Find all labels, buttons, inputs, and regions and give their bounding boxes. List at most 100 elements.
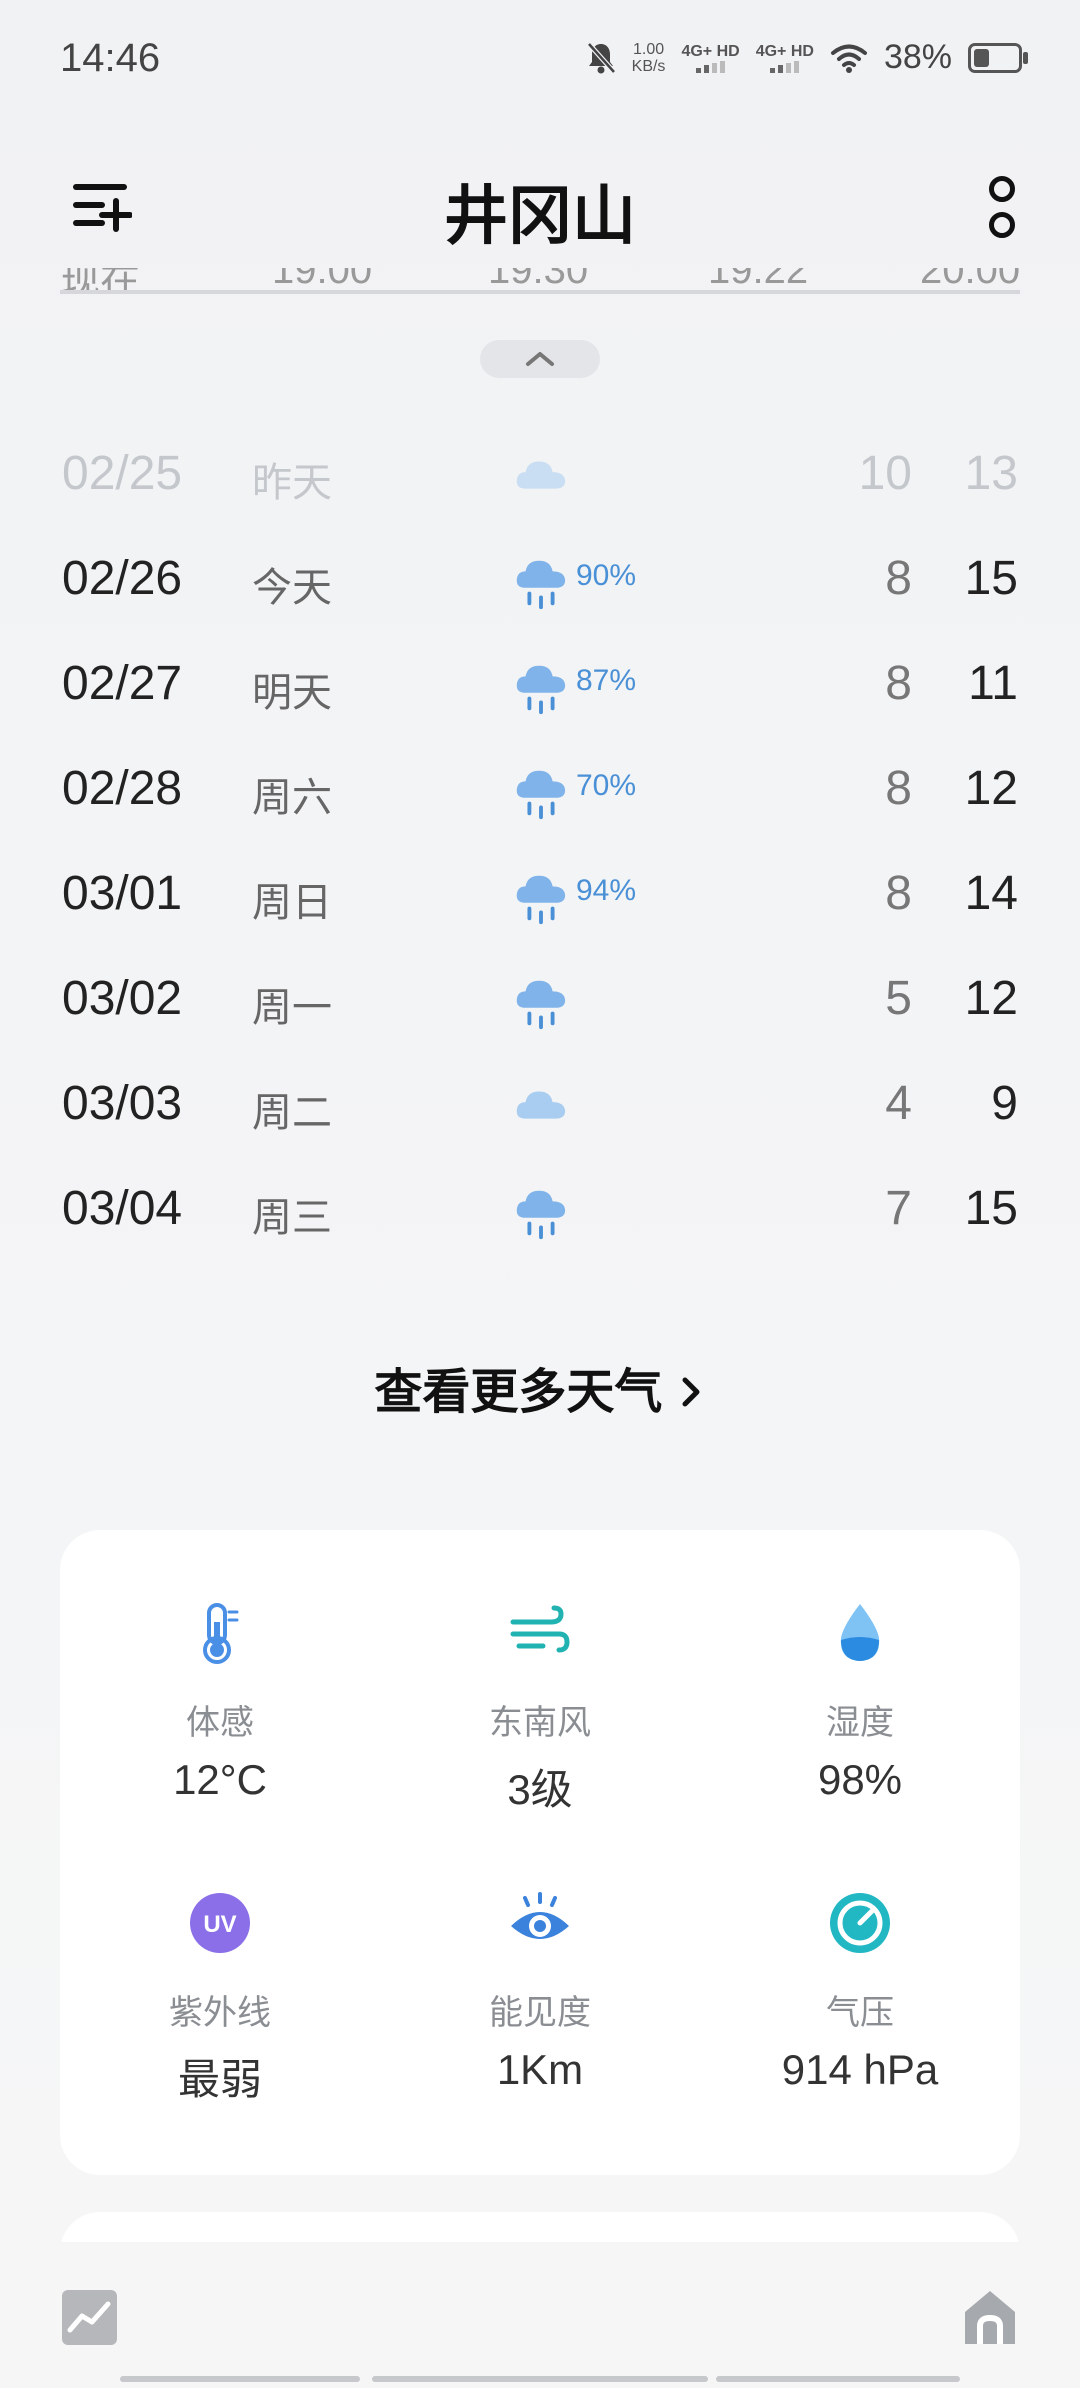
rain-icon bbox=[512, 1183, 570, 1241]
forecast-precip: 94% bbox=[576, 874, 637, 907]
nav-gesture-bar bbox=[372, 2376, 708, 2382]
forecast-row[interactable]: 02/28 周六 70% 8 12 bbox=[0, 735, 1080, 840]
collapse-button[interactable] bbox=[480, 340, 600, 378]
hourly-time: 19:22 bbox=[708, 268, 809, 292]
gauge-icon bbox=[830, 1893, 890, 1953]
status-icons: 1.00 KB/s 4G+ HD 4G+ HD 38% bbox=[586, 38, 1028, 77]
detail-feels-like: 体感 12°C bbox=[60, 1600, 380, 1880]
detail-label: 东南风 bbox=[489, 1704, 591, 1742]
app-header: 井冈山 bbox=[0, 150, 1080, 260]
hourly-divider bbox=[60, 290, 1020, 294]
forecast-row[interactable]: 03/01 周日 94% 8 14 bbox=[0, 840, 1080, 945]
detail-visibility: 能见度 1Km bbox=[380, 1890, 700, 2170]
forecast-high: 12 bbox=[964, 762, 1018, 815]
sim2-signal-icon bbox=[756, 60, 814, 73]
forecast-row[interactable]: 03/03 周二 4 9 bbox=[0, 1050, 1080, 1155]
detail-uv: UV 紫外线 最弱 bbox=[60, 1890, 380, 2170]
forecast-date: 02/27 bbox=[62, 657, 183, 710]
network-speed: 1.00 KB/s bbox=[632, 41, 666, 75]
thermometer-icon bbox=[203, 1603, 239, 1664]
home-icon[interactable] bbox=[962, 2288, 1018, 2346]
detail-label: 体感 bbox=[186, 1704, 254, 1742]
forecast-low: 8 bbox=[885, 867, 912, 920]
detail-value: 98% bbox=[817, 1756, 903, 1803]
battery-percentage: 38% bbox=[883, 38, 952, 76]
nav-gesture-bar bbox=[716, 2376, 960, 2382]
rain-icon bbox=[512, 868, 570, 926]
hourly-time: 19:00 bbox=[272, 268, 373, 292]
hourly-forecast-strip: 现在 19:00 19:30 19:22 20:00 bbox=[60, 268, 1020, 292]
sim1-signal-icon bbox=[681, 60, 739, 73]
forecast-high: 15 bbox=[964, 1182, 1018, 1235]
uv-icon-text: UV bbox=[203, 1911, 236, 1938]
forecast-low: 8 bbox=[885, 762, 912, 815]
forecast-row[interactable]: 02/27 明天 87% 8 11 bbox=[0, 630, 1080, 735]
chevron-up-icon bbox=[526, 352, 554, 366]
detail-label: 能见度 bbox=[489, 1994, 591, 2032]
nav-gesture-bar bbox=[120, 2376, 360, 2382]
forecast-high: 15 bbox=[964, 552, 1018, 605]
uv-icon: UV bbox=[190, 1893, 250, 1953]
more-weather-link[interactable]: 查看更多天气 bbox=[0, 1352, 1080, 1422]
status-bar: 14:46 1.00 KB/s 4G+ HD 4G+ HD 38% bbox=[0, 0, 1080, 120]
forecast-day: 周一 bbox=[252, 986, 332, 1030]
forecast-high: 12 bbox=[964, 972, 1018, 1025]
clock: 14:46 bbox=[60, 36, 161, 80]
forecast-low: 8 bbox=[885, 552, 912, 605]
sim2-signal: 4G+ HD bbox=[756, 43, 814, 73]
forecast-day: 明天 bbox=[252, 671, 332, 715]
forecast-low: 8 bbox=[885, 657, 912, 710]
forecast-precip: 87% bbox=[576, 664, 637, 697]
forecast-precip: 70% bbox=[576, 769, 637, 802]
city-title: 井冈山 bbox=[444, 180, 636, 252]
wifi-icon bbox=[830, 44, 867, 73]
network-speed-value: 1.00 bbox=[632, 40, 665, 58]
cloudy-icon bbox=[512, 1078, 570, 1136]
forecast-date: 03/04 bbox=[62, 1182, 183, 1235]
more-options-icon[interactable] bbox=[984, 172, 1020, 238]
detail-value: 914 hPa bbox=[781, 2046, 939, 2093]
hourly-time: 19:30 bbox=[488, 268, 589, 292]
detail-label: 气压 bbox=[826, 1994, 894, 2032]
forecast-day: 今天 bbox=[252, 566, 332, 610]
detail-value: 12°C bbox=[173, 1756, 267, 1803]
forecast-date: 03/02 bbox=[62, 972, 183, 1025]
forecast-high: 9 bbox=[991, 1077, 1018, 1130]
forecast-date: 02/26 bbox=[62, 552, 183, 605]
detail-label: 湿度 bbox=[826, 1704, 894, 1742]
forecast-date: 02/25 bbox=[62, 447, 183, 500]
forecast-row[interactable]: 02/25 昨天 10 13 bbox=[0, 420, 1080, 525]
rain-icon bbox=[512, 763, 570, 821]
weather-details-card: 体感 12°C 东南风 3级 湿度 98% UV 紫外线 最弱 能见度 1Km … bbox=[60, 1530, 1020, 2175]
detail-value: 1Km bbox=[496, 2046, 584, 2093]
forecast-row[interactable]: 03/02 周一 5 12 bbox=[0, 945, 1080, 1050]
forecast-precip: 90% bbox=[576, 559, 637, 592]
forecast-row[interactable]: 02/26 今天 90% 8 15 bbox=[0, 525, 1080, 630]
sim2-label: 4G+ HD bbox=[755, 42, 814, 60]
detail-value: 最弱 bbox=[177, 2056, 262, 2103]
detail-label: 紫外线 bbox=[169, 1994, 271, 2032]
battery-icon bbox=[968, 42, 1028, 73]
forecast-date: 03/01 bbox=[62, 867, 183, 920]
bell-off-icon bbox=[586, 41, 616, 74]
sim1-signal: 4G+ HD bbox=[681, 42, 740, 73]
forecast-high: 11 bbox=[968, 657, 1018, 710]
detail-pressure: 气压 914 hPa bbox=[700, 1890, 1020, 2170]
detail-value: 3级 bbox=[507, 1766, 573, 1813]
wind-icon bbox=[510, 1605, 570, 1653]
rain-icon bbox=[512, 553, 570, 611]
forecast-low: 7 bbox=[885, 1182, 912, 1235]
forecast-day: 周三 bbox=[252, 1196, 332, 1240]
sim1-label: 4G+ HD bbox=[681, 42, 740, 60]
detail-humidity: 湿度 98% bbox=[700, 1600, 1020, 1880]
eye-icon bbox=[511, 1892, 569, 1939]
network-speed-unit: KB/s bbox=[631, 57, 666, 75]
forecast-high: 13 bbox=[964, 447, 1018, 500]
bottom-bar bbox=[0, 2242, 1080, 2388]
trend-chart-icon[interactable] bbox=[62, 2290, 117, 2345]
rain-icon bbox=[512, 658, 570, 716]
hourly-time: 20:00 bbox=[920, 268, 1020, 292]
chevron-right-icon bbox=[682, 1377, 700, 1407]
hourly-time: 现在 bbox=[60, 268, 140, 292]
forecast-row[interactable]: 03/04 周三 7 15 bbox=[0, 1155, 1080, 1260]
